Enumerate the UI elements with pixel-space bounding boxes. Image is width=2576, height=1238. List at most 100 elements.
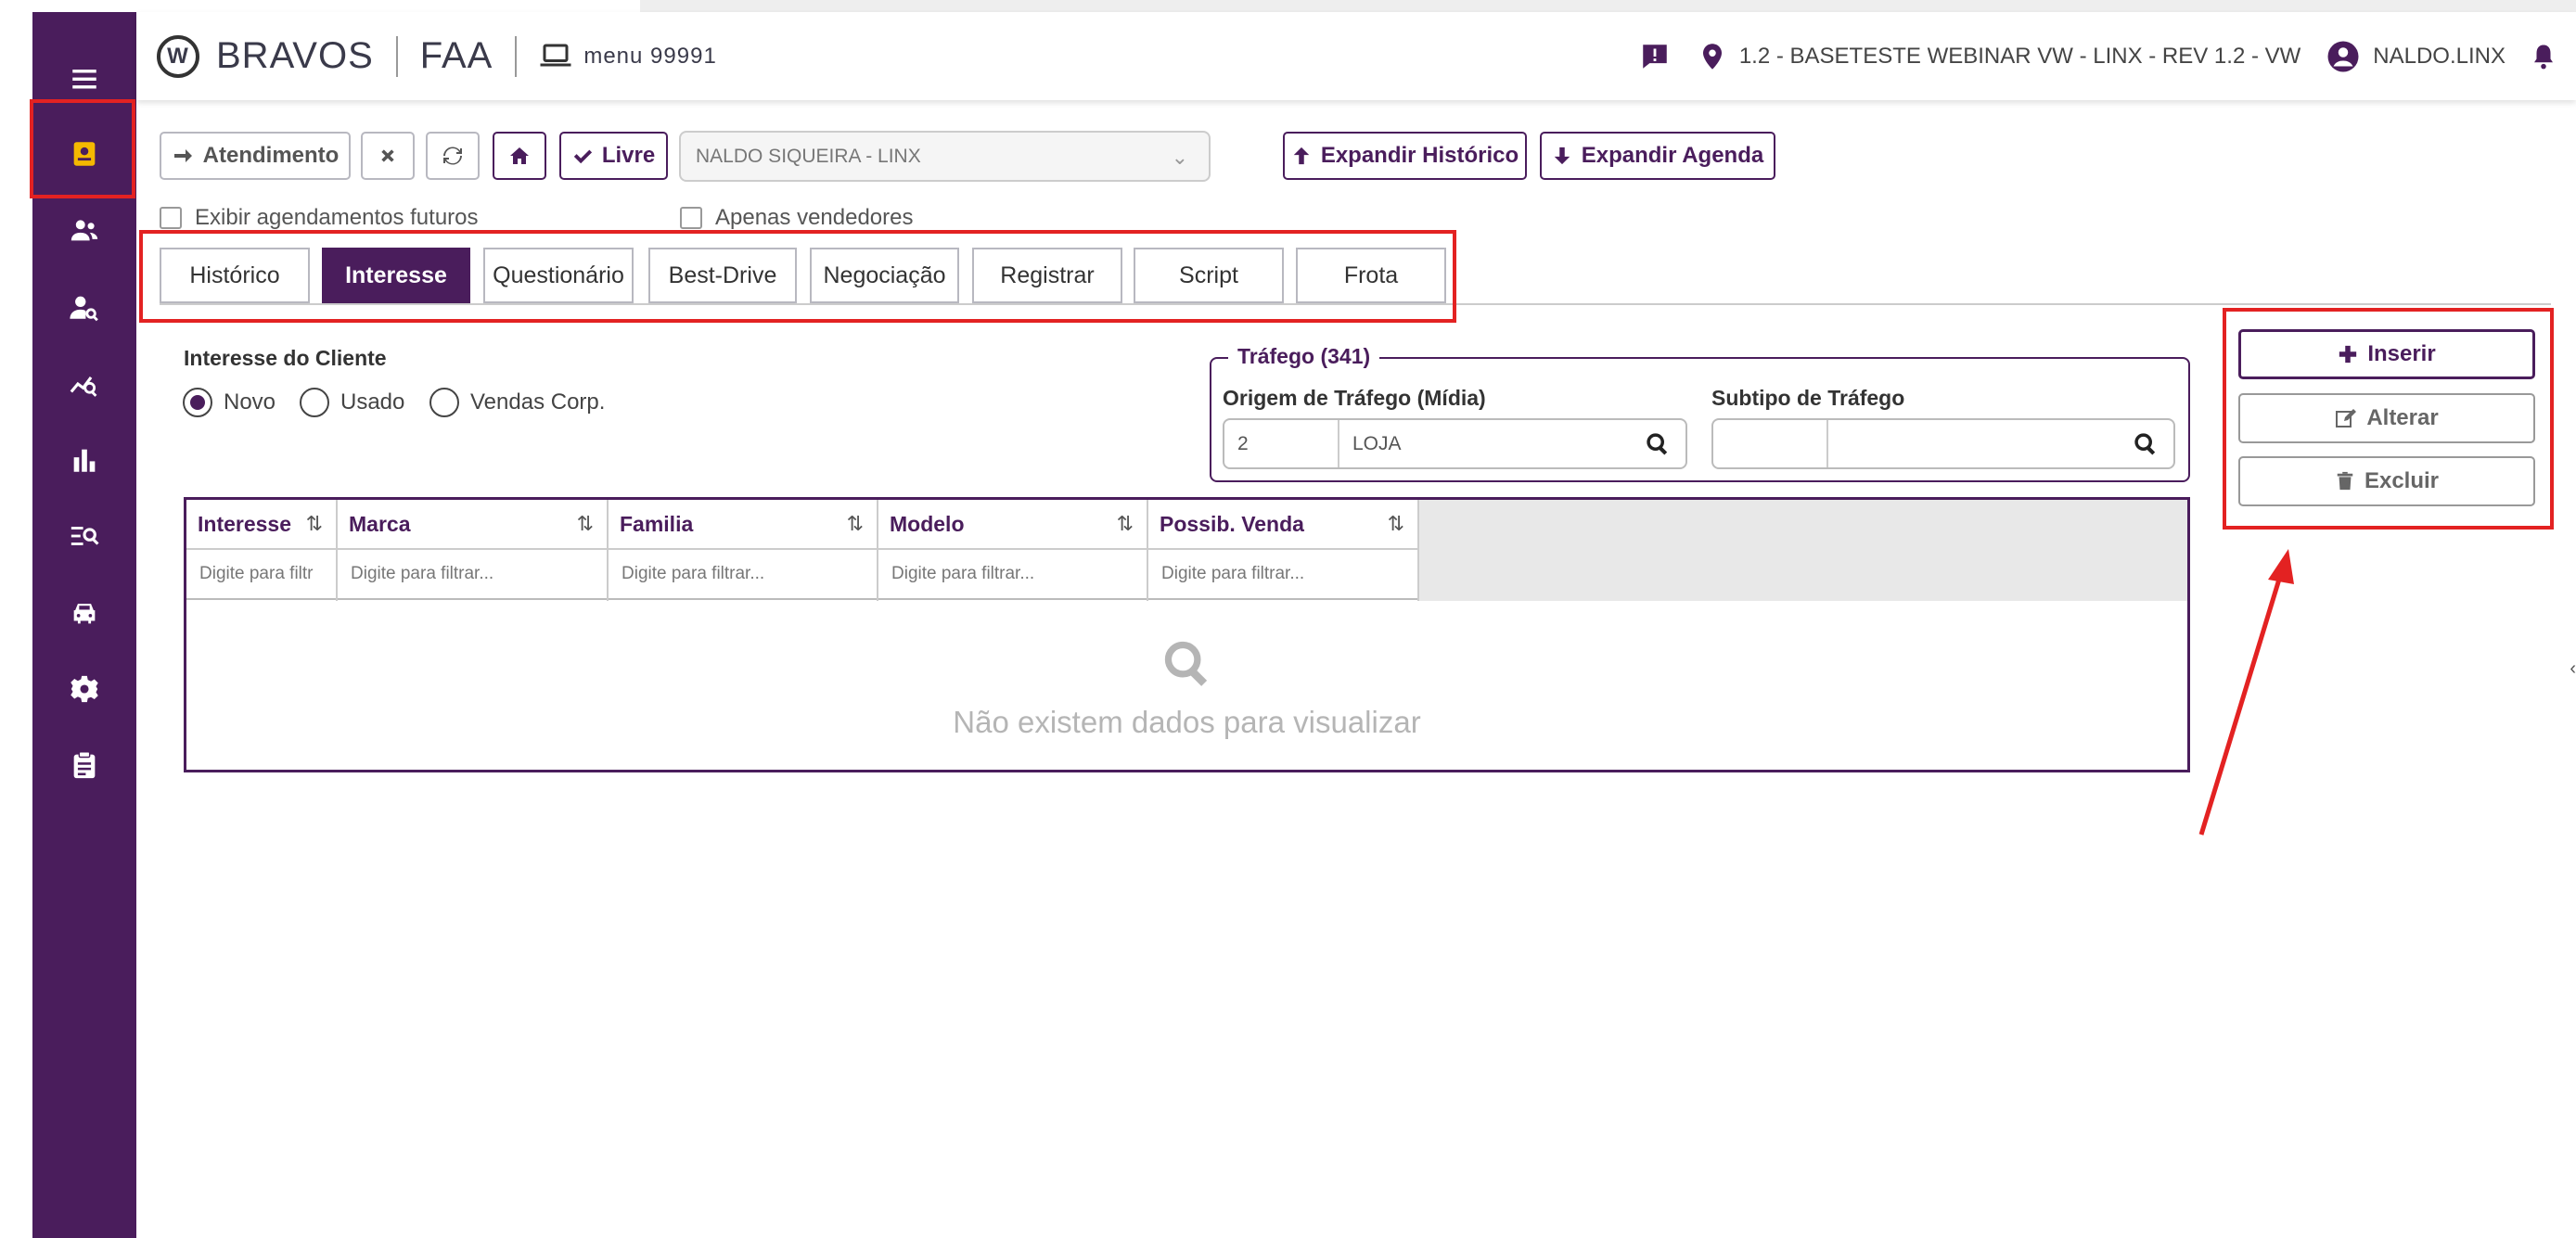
expand-agenda-button[interactable]: Expandir Agenda bbox=[1540, 132, 1775, 180]
column-header[interactable]: Marca ⇅ bbox=[338, 500, 607, 550]
column-header[interactable]: Modelo ⇅ bbox=[878, 500, 1147, 550]
origin-field[interactable]: 2 LOJA bbox=[1223, 418, 1687, 469]
radio-usado[interactable]: Usado bbox=[300, 388, 404, 417]
grid-column-familia: Familia ⇅ Digite para filtrar... bbox=[609, 500, 878, 601]
livre-button[interactable]: Livre bbox=[559, 132, 668, 180]
analytics-search-icon[interactable] bbox=[32, 361, 136, 407]
bell-icon[interactable] bbox=[2530, 41, 2557, 72]
column-header-label: Modelo bbox=[890, 511, 965, 536]
column-header-label: Interesse bbox=[198, 511, 292, 536]
origin-code[interactable]: 2 bbox=[1224, 420, 1339, 467]
expand-history-button[interactable]: Expandir Histórico bbox=[1283, 132, 1527, 180]
message-alert-icon[interactable] bbox=[1639, 41, 1671, 72]
grid-column-interesse: Interesse ⇅ Digite para filtr bbox=[186, 500, 338, 601]
atendimento-label: Atendimento bbox=[202, 143, 340, 168]
check-icon bbox=[573, 149, 592, 164]
tabs-highlight-box bbox=[139, 230, 1456, 323]
interest-grid: Interesse ⇅ Digite para filtr Marca ⇅ Digi… bbox=[184, 497, 2190, 772]
column-header-label: Marca bbox=[349, 511, 411, 536]
radio-vendas-corp-label: Vendas Corp. bbox=[470, 389, 606, 415]
grid-column-marca: Marca ⇅ Digite para filtrar... bbox=[338, 500, 609, 601]
checkbox-box[interactable] bbox=[160, 207, 182, 229]
module-name: FAA bbox=[419, 35, 493, 76]
close-icon bbox=[381, 149, 394, 162]
column-filter-input[interactable]: Digite para filtrar... bbox=[1148, 550, 1417, 600]
search-icon bbox=[1164, 641, 1207, 686]
sort-icon[interactable]: ⇅ bbox=[306, 512, 323, 536]
radio-vendas-corp[interactable]: Vendas Corp. bbox=[429, 388, 605, 417]
column-filter-input[interactable]: Digite para filtrar... bbox=[878, 550, 1147, 600]
column-filter-input[interactable]: Digite para filtr bbox=[186, 550, 336, 600]
list-search-icon[interactable] bbox=[32, 513, 136, 559]
future-appointments-checkbox[interactable]: Exibir agendamentos futuros bbox=[160, 205, 479, 231]
interest-title: Interesse do Cliente bbox=[184, 346, 387, 370]
arrow-line bbox=[2198, 572, 2284, 836]
location-text[interactable]: 1.2 - BASETESTE WEBINAR VW - LINX - REV … bbox=[1739, 44, 2300, 70]
chevron-down-icon: ⌄ bbox=[1171, 146, 1188, 169]
radio-novo[interactable]: Novo bbox=[183, 388, 276, 417]
gear-icon[interactable] bbox=[32, 666, 136, 712]
column-header[interactable]: Interesse ⇅ bbox=[186, 500, 336, 550]
traffic-legend: Tráfego (341) bbox=[1228, 344, 1380, 369]
radio-usado-label: Usado bbox=[340, 389, 405, 415]
close-button[interactable] bbox=[361, 132, 415, 180]
user-search-icon[interactable] bbox=[32, 284, 136, 330]
atendimento-button[interactable]: Atendimento bbox=[160, 132, 351, 180]
menu-label: menu 99991 bbox=[583, 43, 717, 69]
column-filter-input[interactable]: Digite para filtrar... bbox=[609, 550, 877, 600]
column-header[interactable]: Possib. Venda ⇅ bbox=[1148, 500, 1417, 550]
refresh-button[interactable] bbox=[426, 132, 480, 180]
livre-label: Livre bbox=[601, 143, 656, 168]
arrow-head bbox=[2268, 549, 2294, 584]
grid-column-possib-venda: Possib. Venda ⇅ Digite para filtrar... bbox=[1148, 500, 1419, 601]
bar-chart-icon[interactable] bbox=[32, 437, 136, 483]
column-header[interactable]: Familia ⇅ bbox=[609, 500, 877, 550]
empty-state: Não existem dados para visualizar bbox=[186, 637, 2187, 740]
subtype-code[interactable] bbox=[1713, 420, 1828, 467]
sellers-only-checkbox[interactable]: Apenas vendedores bbox=[680, 205, 914, 231]
sort-icon[interactable]: ⇅ bbox=[1388, 512, 1404, 536]
top-right-info: 1.2 - BASETESTE WEBINAR VW - LINX - REV … bbox=[1639, 12, 2557, 100]
expand-history-label: Expandir Histórico bbox=[1320, 143, 1519, 168]
sort-icon[interactable]: ⇅ bbox=[1117, 512, 1134, 536]
arrow-down-icon bbox=[1554, 147, 1570, 165]
home-button[interactable] bbox=[493, 132, 546, 180]
column-header-label: Possib. Venda bbox=[1160, 511, 1304, 536]
radio-novo-label: Novo bbox=[224, 389, 276, 415]
radio-dot[interactable] bbox=[429, 388, 459, 417]
vendor-select[interactable]: NALDO SIQUEIRA - LINX ⌄ bbox=[679, 131, 1211, 182]
search-icon[interactable] bbox=[1645, 431, 1671, 457]
subtype-field[interactable] bbox=[1711, 418, 2175, 469]
home-icon bbox=[510, 147, 529, 164]
top-strip bbox=[640, 0, 2576, 12]
origin-name[interactable]: LOJA bbox=[1339, 420, 1402, 467]
users-icon[interactable] bbox=[32, 207, 136, 253]
hamburger-menu-icon[interactable] bbox=[32, 56, 136, 102]
subtype-name[interactable] bbox=[1828, 420, 1841, 467]
radio-dot[interactable] bbox=[300, 388, 329, 417]
origin-label: Origem de Tráfego (Mídia) bbox=[1223, 386, 1486, 410]
radio-dot[interactable] bbox=[183, 388, 212, 417]
laptop-icon bbox=[540, 44, 571, 66]
arrow-right-icon bbox=[173, 149, 192, 162]
vw-logo-icon: W bbox=[157, 34, 199, 78]
user-name[interactable]: NALDO.LINX bbox=[2373, 44, 2506, 70]
location-pin-icon bbox=[1702, 43, 1722, 70]
sidebar-highlight-box bbox=[30, 99, 135, 198]
subtype-label: Subtipo de Tráfego bbox=[1711, 386, 1905, 410]
clipboard-icon[interactable] bbox=[32, 742, 136, 788]
vendor-select-value: NALDO SIQUEIRA - LINX bbox=[696, 145, 921, 167]
divider bbox=[395, 35, 398, 77]
column-filter-input[interactable]: Digite para filtrar... bbox=[338, 550, 607, 600]
future-appointments-label: Exibir agendamentos futuros bbox=[195, 205, 479, 230]
sort-icon[interactable]: ⇅ bbox=[847, 512, 864, 536]
search-icon[interactable] bbox=[2133, 431, 2159, 457]
collapse-handle-icon[interactable]: ‹ bbox=[2570, 658, 2576, 680]
grid-column-modelo: Modelo ⇅ Digite para filtrar... bbox=[878, 500, 1148, 601]
sort-icon[interactable]: ⇅ bbox=[577, 512, 594, 536]
checkbox-box[interactable] bbox=[680, 207, 702, 229]
brand: W BRAVOS FAA menu 99991 bbox=[157, 34, 717, 78]
car-icon[interactable] bbox=[32, 590, 136, 636]
column-header-label: Familia bbox=[620, 511, 694, 536]
empty-state-text: Não existem dados para visualizar bbox=[953, 705, 1421, 739]
